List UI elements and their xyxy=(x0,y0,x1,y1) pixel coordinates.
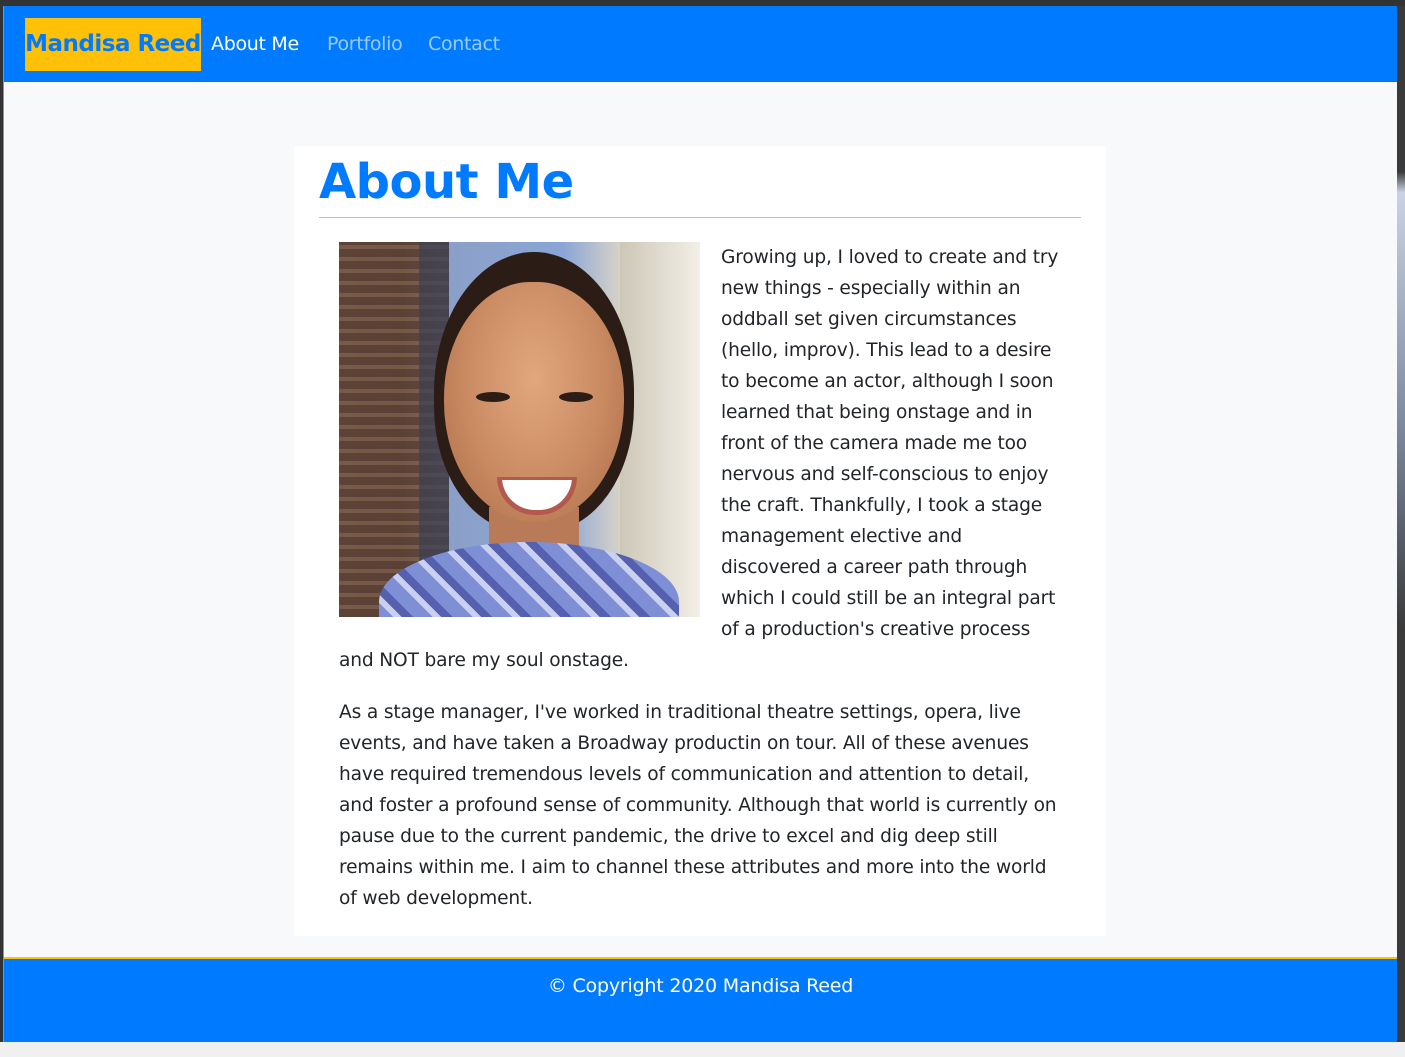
footer-copyright: © Copyright 2020 Mandisa Reed xyxy=(547,975,854,997)
title-divider xyxy=(319,217,1081,218)
footer: © Copyright 2020 Mandisa Reed xyxy=(4,957,1397,1042)
page-title: About Me xyxy=(319,154,574,210)
about-body: Growing up, I loved to create and try ne… xyxy=(339,242,1063,935)
portrait-photo xyxy=(339,242,700,617)
nav-link-contact[interactable]: Contact xyxy=(428,18,500,71)
about-paragraph-2: As a stage manager, I've worked in tradi… xyxy=(339,702,1057,909)
window-right-edge xyxy=(1397,6,1405,1042)
window-bottom-strip xyxy=(0,1042,1405,1057)
photo-eye-right xyxy=(559,392,593,402)
browser-window: Mandisa Reed About Me Portfolio Contact … xyxy=(0,0,1405,1057)
navbar: Mandisa Reed About Me Portfolio Contact xyxy=(4,6,1397,82)
nav-link-about-me[interactable]: About Me xyxy=(211,18,299,71)
nav-link-portfolio[interactable]: Portfolio xyxy=(327,18,403,71)
photo-eye-left xyxy=(476,392,510,402)
brand-link[interactable]: Mandisa Reed xyxy=(25,18,201,71)
page-viewport: Mandisa Reed About Me Portfolio Contact … xyxy=(3,6,1398,1042)
about-card: About Me Growing up, I loved to create a… xyxy=(294,146,1106,936)
